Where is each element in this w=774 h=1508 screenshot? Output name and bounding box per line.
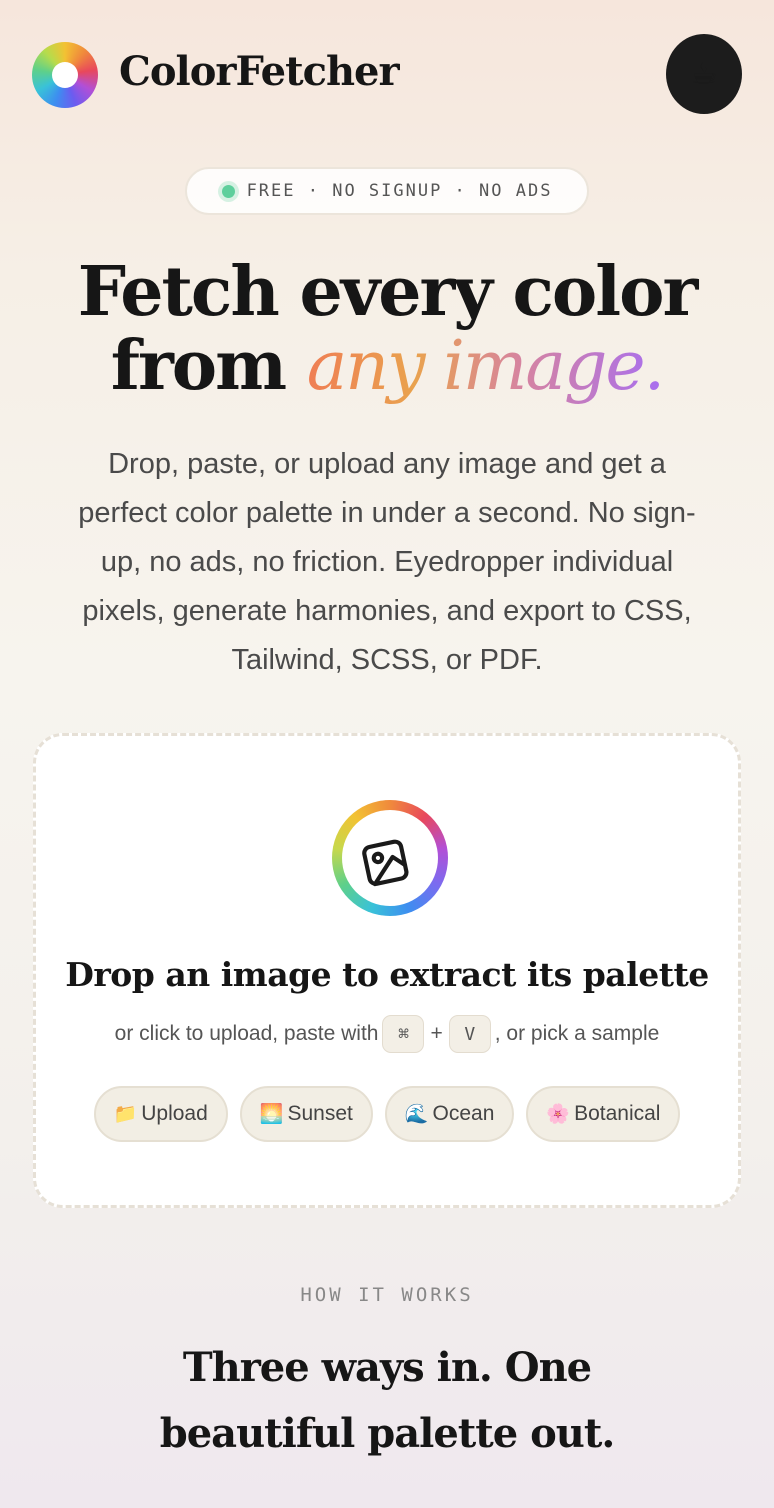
sunset-icon: 🌅 bbox=[259, 1104, 284, 1125]
image-dropzone[interactable]: Drop an image to extract its palette or … bbox=[33, 733, 741, 1208]
status-dot-icon bbox=[221, 184, 235, 198]
ocean-label: Ocean bbox=[432, 1102, 495, 1125]
dropzone-title: Drop an image to extract its palette bbox=[65, 955, 709, 994]
feature-badge: FREE · NO SIGNUP · NO ADS bbox=[185, 167, 589, 215]
how-it-works-eyebrow: HOW IT WORKS bbox=[300, 1284, 474, 1306]
sample-sunset-button[interactable]: 🌅 Sunset bbox=[239, 1086, 373, 1142]
coffee-button[interactable]: ☕ bbox=[666, 34, 742, 114]
image-upload-icon bbox=[332, 800, 448, 916]
upload-label: Upload bbox=[141, 1102, 208, 1125]
v-key: V bbox=[448, 1015, 491, 1053]
sample-chips: 📁 Upload 🌅 Sunset 🌊 Ocean 🌸 Botanical bbox=[36, 1086, 738, 1142]
hero-description: Drop, paste, or upload any image and get… bbox=[78, 448, 696, 676]
headline-line-1: Fetch every color bbox=[77, 252, 699, 332]
folder-icon: 📁 bbox=[113, 1104, 138, 1125]
color-wheel-logo-icon[interactable] bbox=[32, 42, 98, 108]
sunset-label: Sunset bbox=[287, 1102, 353, 1125]
botanical-label: Botanical bbox=[574, 1102, 661, 1125]
dropzone-sub-suffix: , or pick a sample bbox=[494, 1022, 660, 1045]
dropzone-sub-prefix: or click to upload, paste with bbox=[114, 1022, 379, 1045]
wave-icon: 🌊 bbox=[404, 1104, 429, 1125]
sample-ocean-button[interactable]: 🌊 Ocean bbox=[384, 1086, 515, 1142]
upload-button[interactable]: 📁 Upload bbox=[93, 1086, 228, 1142]
cmd-key: ⌘ bbox=[382, 1015, 425, 1053]
site-header: ColorFetcher ☕ bbox=[0, 0, 774, 150]
sample-botanical-button[interactable]: 🌸 Botanical bbox=[526, 1086, 681, 1142]
how-it-works-title: Three ways in. One beautiful palette out… bbox=[159, 1344, 616, 1457]
blossom-icon: 🌸 bbox=[546, 1104, 571, 1125]
headline-line-2-prefix: from bbox=[110, 326, 307, 406]
dropzone-instructions: or click to upload, paste with ⌘ + V , o… bbox=[36, 1015, 738, 1053]
headline-accent: any image. bbox=[306, 327, 666, 406]
hero-headline: Fetch every color from any image. bbox=[0, 255, 774, 404]
coffee-icon: ☕ bbox=[690, 57, 718, 91]
plus-sign: + bbox=[430, 1022, 443, 1045]
feature-badge-text: FREE · NO SIGNUP · NO ADS bbox=[246, 181, 553, 201]
brand-name[interactable]: ColorFetcher bbox=[119, 48, 400, 95]
